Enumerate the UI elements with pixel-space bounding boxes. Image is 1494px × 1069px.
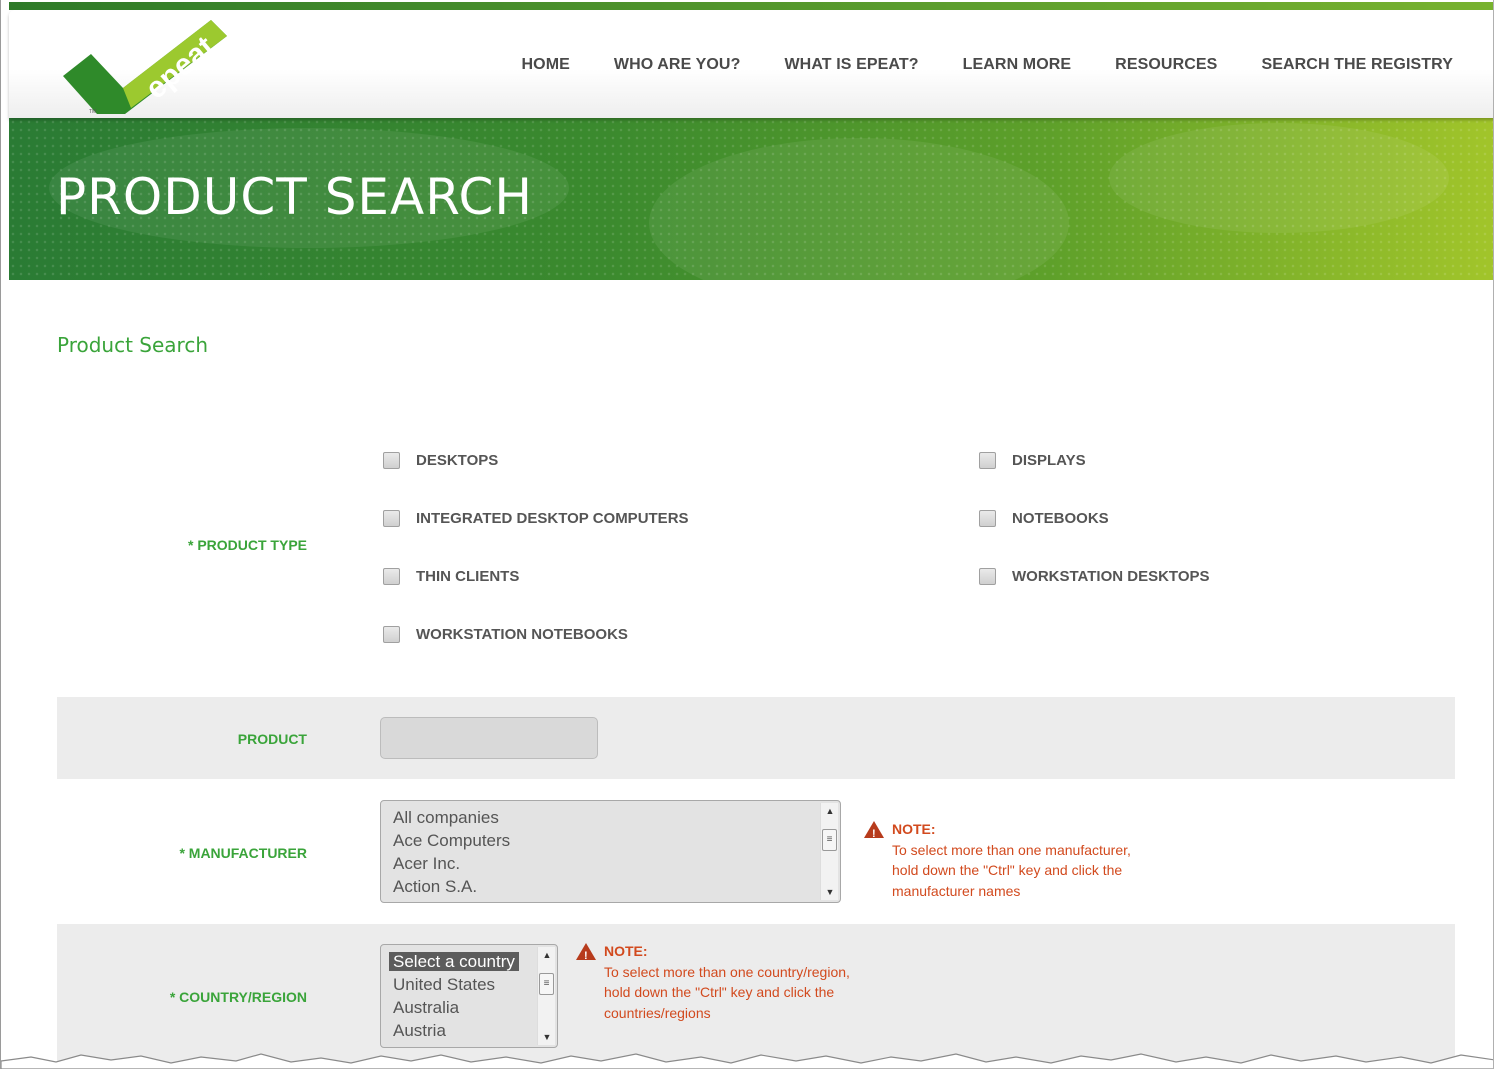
scroll-down-arrow-icon[interactable]: ▼ (821, 884, 839, 900)
section-title: Product Search (57, 333, 209, 357)
checkbox-box[interactable] (979, 510, 996, 527)
epeat-logo[interactable]: epeat TM (61, 18, 231, 116)
note-heading: NOTE: (604, 943, 648, 959)
banner-title: PRODUCT SEARCH (56, 168, 533, 226)
listbox-option[interactable]: Action S.A. (381, 875, 840, 898)
checkbox-desktops[interactable]: DESKTOPS (383, 452, 498, 469)
checkbox-displays[interactable]: DISPLAYS (979, 452, 1086, 469)
product-label: PRODUCT (237, 731, 307, 747)
checkbox-workstation-notebooks[interactable]: WORKSTATION NOTEBOOKS (383, 626, 628, 643)
checkbox-box[interactable] (383, 510, 400, 527)
torn-edge (1, 1053, 1493, 1069)
listbox-scrollbar[interactable]: ▲ ≡ ▼ (820, 803, 838, 900)
svg-text:TM: TM (89, 109, 96, 115)
checkbox-label: DESKTOPS (416, 452, 499, 469)
scroll-up-arrow-icon[interactable]: ▲ (538, 947, 556, 963)
main-nav: HOME WHO ARE YOU? WHAT IS EPEAT? LEARN M… (522, 56, 1493, 74)
checkbox-label: INTEGRATED DESKTOP COMPUTERS (416, 510, 689, 527)
checkbox-label: DISPLAYS (1012, 452, 1086, 469)
checkbox-integrated-desktop-computers[interactable]: INTEGRATED DESKTOP COMPUTERS (383, 510, 689, 527)
listbox-option[interactable]: Australia (381, 996, 557, 1019)
note-line: To select more than one country/region, (604, 963, 850, 980)
note-line: manufacturer names (892, 882, 1021, 899)
warning-icon (576, 942, 596, 966)
nav-home[interactable]: HOME (522, 56, 570, 74)
listbox-option[interactable]: Ace Computers (381, 829, 840, 852)
nav-search-registry[interactable]: SEARCH THE REGISTRY (1261, 56, 1453, 74)
nav-what-is-epeat[interactable]: WHAT IS EPEAT? (784, 56, 918, 74)
nav-resources[interactable]: RESOURCES (1115, 56, 1217, 74)
listbox-option[interactable]: All companies (381, 806, 840, 829)
checkbox-workstation-desktops[interactable]: WORKSTATION DESKTOPS (979, 568, 1210, 585)
checkbox-box[interactable] (979, 452, 996, 469)
listbox-option[interactable]: United States (381, 973, 557, 996)
scroll-thumb[interactable]: ≡ (539, 973, 554, 995)
country-listbox[interactable]: Select a country United States Australia… (380, 944, 558, 1048)
listbox-option-selected[interactable]: Select a country (381, 950, 557, 973)
warning-icon (864, 820, 884, 844)
country-label: * COUNTRY/REGION (169, 989, 307, 1005)
checkbox-box[interactable] (979, 568, 996, 585)
checkbox-thin-clients[interactable]: THIN CLIENTS (383, 568, 519, 585)
checkbox-box[interactable] (383, 452, 400, 469)
checkbox-notebooks[interactable]: NOTEBOOKS (979, 510, 1109, 527)
note-line: To select more than one manufacturer, (892, 841, 1131, 858)
manufacturer-label: * MANUFACTURER (179, 845, 307, 861)
listbox-scrollbar[interactable]: ▲ ≡ ▼ (537, 947, 555, 1045)
nav-who-are-you[interactable]: WHO ARE YOU? (614, 56, 741, 74)
browser-viewport: epeat TM HOME WHO ARE YOU? WHAT IS EPEAT… (0, 0, 1494, 1069)
checkbox-label: THIN CLIENTS (416, 568, 520, 585)
checkbox-label: NOTEBOOKS (1012, 510, 1109, 527)
checkbox-label: WORKSTATION NOTEBOOKS (416, 626, 628, 643)
listbox-option[interactable]: Acer Inc. (381, 852, 840, 875)
country-note: NOTE: To select more than one country/re… (576, 941, 850, 1023)
checkbox-box[interactable] (383, 626, 400, 643)
manufacturer-listbox[interactable]: All companies Ace Computers Acer Inc. Ac… (380, 800, 841, 903)
scroll-up-arrow-icon[interactable]: ▲ (821, 803, 839, 819)
nav-learn-more[interactable]: LEARN MORE (963, 56, 1072, 74)
site-header: epeat TM HOME WHO ARE YOU? WHAT IS EPEAT… (9, 2, 1493, 118)
note-heading: NOTE: (892, 821, 936, 837)
listbox-option[interactable]: Austria (381, 1019, 557, 1042)
scroll-thumb[interactable]: ≡ (822, 829, 837, 851)
note-line: hold down the "Ctrl" key and click the (604, 984, 835, 1000)
note-line: hold down the "Ctrl" key and click the (892, 862, 1123, 878)
product-type-label: * PRODUCT TYPE (187, 537, 307, 553)
checkbox-label: WORKSTATION DESKTOPS (1012, 568, 1210, 585)
scroll-down-arrow-icon[interactable]: ▼ (538, 1029, 556, 1045)
page-banner: PRODUCT SEARCH (9, 118, 1493, 280)
product-input[interactable] (380, 717, 598, 759)
checkbox-box[interactable] (383, 568, 400, 585)
note-line: countries/regions (604, 1004, 711, 1021)
manufacturer-note: NOTE: To select more than one manufactur… (864, 819, 1131, 901)
